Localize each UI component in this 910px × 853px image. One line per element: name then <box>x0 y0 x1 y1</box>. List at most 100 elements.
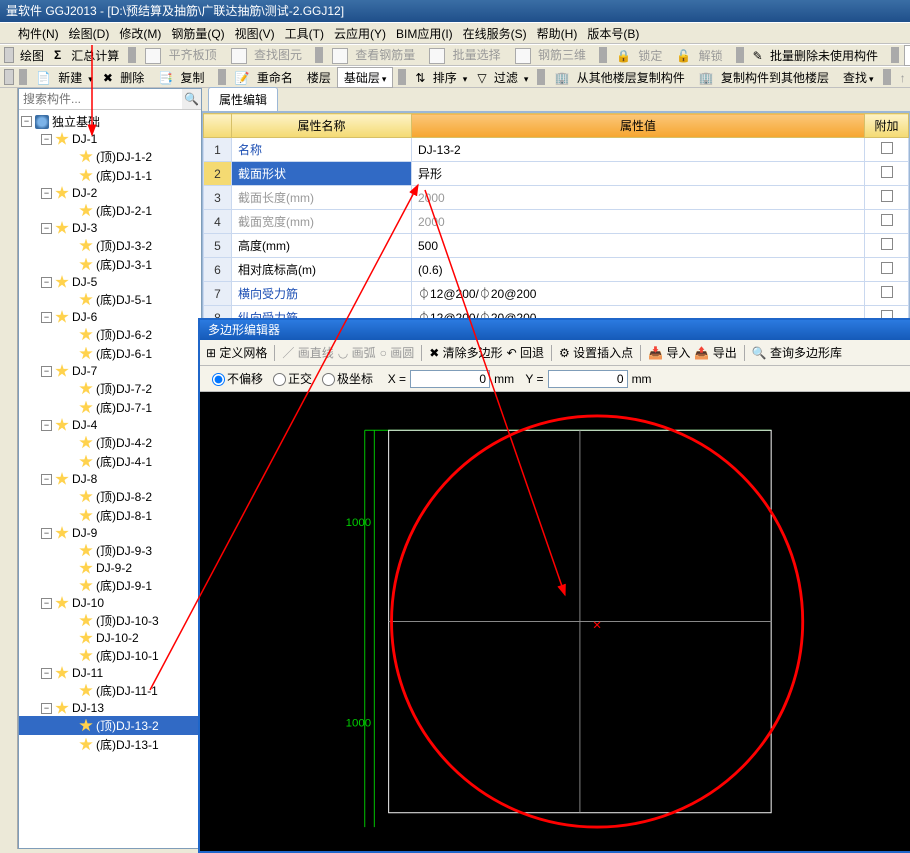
menu-item[interactable]: 绘图(D) <box>65 25 114 42</box>
tree-node[interactable]: (顶)DJ-1-2 <box>19 147 201 166</box>
doc-icon[interactable] <box>4 69 14 85</box>
tree-node[interactable]: (底)DJ-8-1 <box>19 506 201 525</box>
tree-node[interactable]: −DJ-7 <box>19 363 201 379</box>
tree-node[interactable]: (底)DJ-1-1 <box>19 166 201 185</box>
draw-arc-button[interactable]: ◡ 画弧 <box>338 344 376 361</box>
clear-polygon-button[interactable]: ✖ 清除多边形 <box>429 344 502 361</box>
delete-button[interactable]: ✖ 删除 <box>99 69 152 86</box>
tree-node[interactable]: (底)DJ-9-1 <box>19 576 201 595</box>
tree-node[interactable]: (顶)DJ-9-3 <box>19 541 201 560</box>
find-button[interactable]: 查找图元 <box>227 46 310 64</box>
property-row[interactable]: 3截面长度(mm)2000 <box>204 186 909 210</box>
tree-node[interactable]: (底)DJ-10-1 <box>19 646 201 665</box>
pencil-icon[interactable] <box>4 47 14 63</box>
component-tree[interactable]: −独立基础−DJ-1(顶)DJ-1-2(底)DJ-1-1−DJ-2(底)DJ-2… <box>19 110 201 848</box>
tree-node[interactable]: −独立基础 <box>19 112 201 131</box>
tree-node[interactable]: −DJ-11 <box>19 665 201 681</box>
import-button[interactable]: 📥 导入 <box>648 344 690 361</box>
tree-node[interactable]: −DJ-9 <box>19 525 201 541</box>
copy-from-button[interactable]: 🏢 从其他楼层复制构件 <box>550 69 692 86</box>
define-grid-button[interactable]: ⊞ 定义网格 <box>206 344 267 361</box>
unlock-button[interactable]: 🔓 解锁 <box>672 47 730 64</box>
tree-node[interactable]: −DJ-3 <box>19 220 201 236</box>
draw-line-button[interactable]: ／ 画直线 <box>282 344 333 361</box>
menu-item[interactable]: 构件(N) <box>14 25 63 42</box>
property-row[interactable]: 5高度(mm)500 <box>204 234 909 258</box>
draw-circle-button[interactable]: ○ 画圆 <box>380 344 415 361</box>
export-button[interactable]: 📤 导出 <box>694 344 736 361</box>
polygon-canvas[interactable]: ✕ 1000 1000 <box>200 392 910 851</box>
menu-item[interactable]: 钢筋量(Q) <box>167 25 228 42</box>
tree-node[interactable]: (顶)DJ-6-2 <box>19 325 201 344</box>
menu-item[interactable]: 在线服务(S) <box>459 25 531 42</box>
tree-node[interactable]: (顶)DJ-8-2 <box>19 487 201 506</box>
menu-item[interactable]: 帮助(H) <box>533 25 582 42</box>
menu-item[interactable]: 版本号(B) <box>583 25 643 42</box>
menu-item[interactable]: 修改(M) <box>115 25 165 42</box>
search-icon[interactable]: 🔍 <box>182 89 201 109</box>
y-input[interactable] <box>548 370 628 388</box>
lock-button[interactable]: 🔒 锁定 <box>612 47 670 64</box>
tree-node[interactable]: (底)DJ-7-1 <box>19 398 201 417</box>
tree-node[interactable]: −DJ-2 <box>19 185 201 201</box>
sort-button[interactable]: ⇅ 排序 <box>411 69 471 86</box>
tree-node[interactable]: −DJ-1 <box>19 131 201 147</box>
property-row[interactable]: 6相对底标高(m)(0.6) <box>204 258 909 282</box>
view-rebar-button[interactable]: 查看钢筋量 <box>328 46 423 64</box>
filter-button[interactable]: ▽ 过滤 <box>473 69 532 86</box>
undo-button[interactable]: ↶ 回退 <box>507 344 544 361</box>
menu-item[interactable]: BIM应用(I) <box>392 25 457 42</box>
floor-label: 楼层 <box>303 69 335 86</box>
property-row[interactable]: 1名称DJ-13-2 <box>204 138 909 162</box>
search-input[interactable] <box>19 89 182 109</box>
copy-button[interactable]: 📑 复制 <box>154 69 212 86</box>
tree-node[interactable]: (顶)DJ-4-2 <box>19 433 201 452</box>
tree-node[interactable]: −DJ-5 <box>19 274 201 290</box>
ortho-radio[interactable]: 正交 <box>267 370 312 387</box>
query-library-button[interactable]: 🔍 查询多边形库 <box>752 344 842 361</box>
tree-node[interactable]: (底)DJ-11-1 <box>19 681 201 700</box>
tree-node[interactable]: (底)DJ-3-1 <box>19 255 201 274</box>
no-offset-radio[interactable]: 不偏移 <box>206 370 263 387</box>
tree-node[interactable]: (底)DJ-2-1 <box>19 201 201 220</box>
menu-item[interactable]: 视图(V) <box>231 25 279 42</box>
tree-node[interactable]: −DJ-8 <box>19 471 201 487</box>
flat-button[interactable]: 平齐板顶 <box>141 46 224 64</box>
batch-select-button[interactable]: 批量选择 <box>425 46 508 64</box>
rename-button[interactable]: 📝 重命名 <box>231 69 301 86</box>
search-button[interactable]: 查找 <box>839 69 878 86</box>
tree-node[interactable]: −DJ-10 <box>19 595 201 611</box>
property-row[interactable]: 7横向受力筋⏀12@200/⏀20@200 <box>204 282 909 306</box>
tree-node[interactable]: −DJ-6 <box>19 309 201 325</box>
delete-unused-button[interactable]: ✎ 批量删除未使用构件 <box>749 47 886 64</box>
svg-text:✕: ✕ <box>592 620 602 632</box>
property-row[interactable]: 2截面形状异形 <box>204 162 909 186</box>
tree-node[interactable]: (底)DJ-4-1 <box>19 452 201 471</box>
set-insert-point-button[interactable]: ⚙ 设置插入点 <box>559 344 633 361</box>
tree-node[interactable]: (顶)DJ-13-2 <box>19 716 201 735</box>
tree-node[interactable]: (底)DJ-5-1 <box>19 290 201 309</box>
copy-to-button[interactable]: 🏢 复制构件到其他楼层 <box>695 69 837 86</box>
tab-properties[interactable]: 属性编辑 <box>208 87 278 111</box>
layer-dropdown[interactable]: 基础层 <box>337 67 394 88</box>
tree-node[interactable]: DJ-9-2 <box>19 560 201 576</box>
menu-item[interactable]: 工具(T) <box>281 25 328 42</box>
polar-radio[interactable]: 极坐标 <box>316 370 373 387</box>
tree-node[interactable]: (顶)DJ-3-2 <box>19 236 201 255</box>
tree-node[interactable]: −DJ-13 <box>19 700 201 716</box>
x-input[interactable] <box>410 370 490 388</box>
property-row[interactable]: 4截面宽度(mm)2000 <box>204 210 909 234</box>
rebar3d-button[interactable]: 钢筋三维 <box>511 46 594 64</box>
tree-node[interactable]: (底)DJ-6-1 <box>19 344 201 363</box>
dim-dropdown[interactable]: 二维 <box>904 45 910 66</box>
tree-node[interactable]: (顶)DJ-10-3 <box>19 611 201 630</box>
menu-item[interactable]: 云应用(Y) <box>330 25 390 42</box>
sum-button[interactable]: 汇总计算 <box>67 47 123 64</box>
tree-node[interactable]: DJ-10-2 <box>19 630 201 646</box>
tree-node[interactable]: (顶)DJ-7-2 <box>19 379 201 398</box>
new-button[interactable]: 📄 新建 <box>32 69 97 86</box>
tree-node[interactable]: (底)DJ-13-1 <box>19 735 201 754</box>
tree-node[interactable]: −DJ-4 <box>19 417 201 433</box>
move-up-button[interactable]: ↑ 上移 <box>896 69 910 86</box>
draw-button[interactable]: 绘图 <box>16 47 48 64</box>
